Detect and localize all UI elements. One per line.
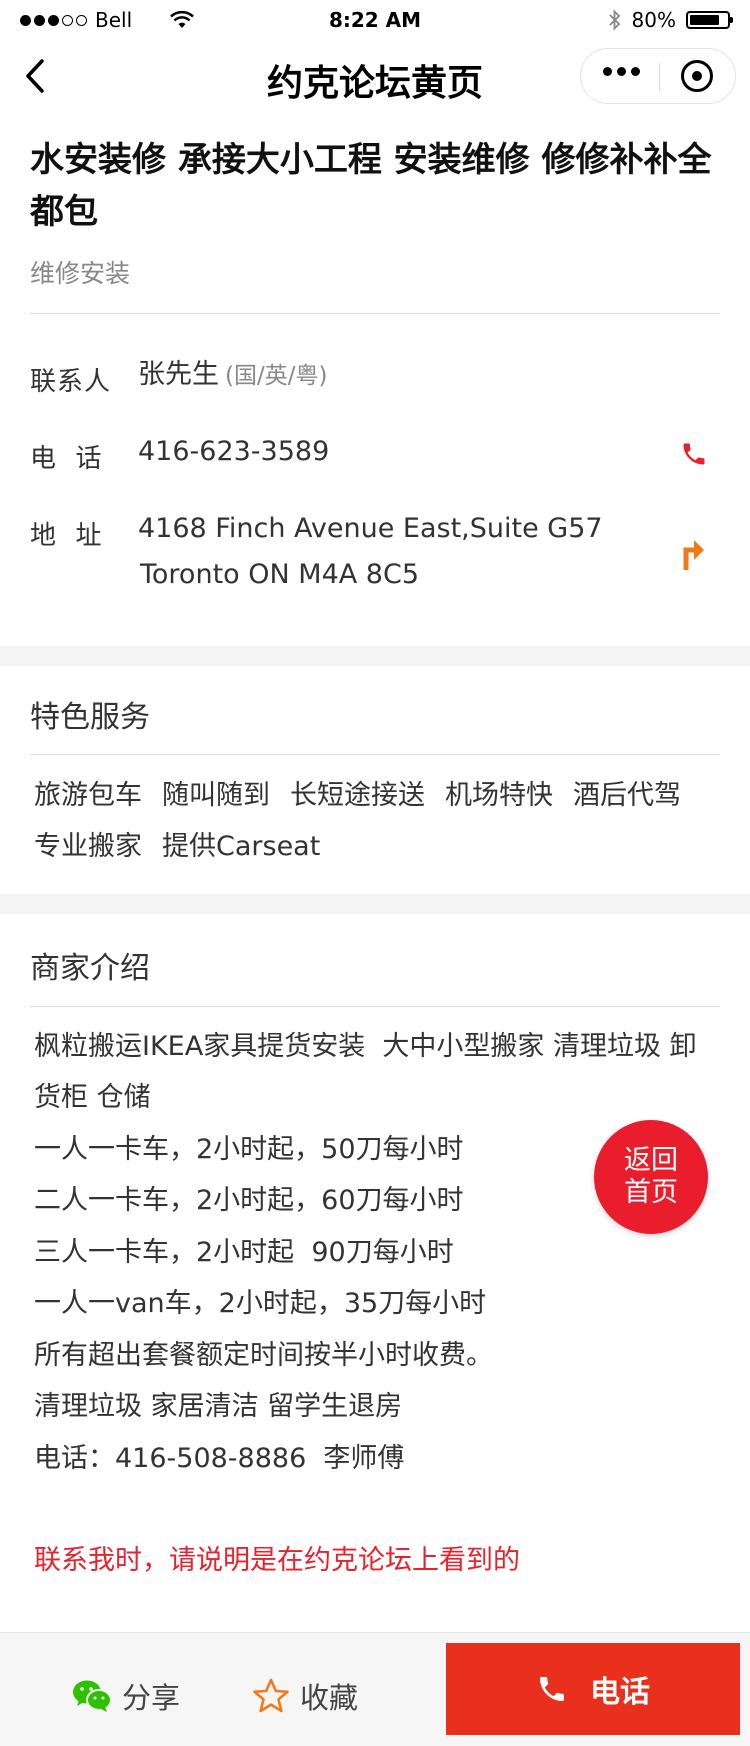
mini-program-capsule [580,48,736,104]
address-line-2: Toronto ON M4A 8C5 [140,559,420,590]
status-bar: Bell 8:22 AM 80% [0,0,750,40]
intro-line: 一人一卡车，2小时起，50刀每小时 [34,1134,464,1165]
service-tag: 专业搬家 [34,831,142,862]
divider [30,1006,720,1007]
return-home-button[interactable]: 返回 首页 [594,1120,708,1234]
intro-line: 二人一卡车，2小时起，60刀每小时 [34,1185,464,1216]
phone-icon[interactable] [680,440,708,468]
section-gap [0,646,750,666]
favorite-label: 收藏 [300,1681,359,1715]
home-button-line-1: 返回 [624,1145,678,1176]
phone-label: 电 话 [30,444,103,474]
intro-line: 三人一卡车，2小时起 90刀每小时 [34,1237,454,1268]
battery-percent: 80% [631,8,676,32]
section-gap [0,894,750,914]
intro-line: 电话：416-508-8886 李师傅 [34,1443,405,1474]
call-button[interactable]: 电话 [446,1643,740,1735]
business-category: 维修安装 [30,259,131,288]
service-tag: 提供Carseat [162,831,321,862]
service-tag: 酒后代驾 [573,780,681,811]
phone-number[interactable]: 416-623-3589 [138,429,329,475]
phone-icon [540,1677,564,1701]
favorite-button[interactable]: 收藏 [252,1675,358,1717]
service-tag: 长短途接送 [290,780,425,811]
service-tag: 机场特快 [445,780,553,811]
contact-value: 张先生 (国/英/粤) [138,352,327,399]
capsule-divider [659,63,660,91]
home-button-line-2: 首页 [624,1177,678,1208]
service-tags: 旅游包车 随叫随到 长短途接送 机场特快 酒后代驾 专业搬家 提供Carseat [34,770,724,872]
contact-name: 张先生 [138,359,219,390]
service-tag: 随叫随到 [162,780,270,811]
call-label: 电话 [590,1675,650,1710]
contact-notice: 联系我时，请说明是在约克论坛上看到的 [34,1545,520,1576]
share-button[interactable]: 分享 [72,1675,180,1717]
intro-line: 货柜 仓储 [34,1082,151,1113]
bottom-action-bar: 分享 收藏 电话 [0,1632,750,1746]
address-label: 地 址 [30,521,103,551]
intro-line: 所有超出套餐额定时间按半小时收费。 [34,1340,493,1371]
share-label: 分享 [122,1681,181,1715]
divider [30,754,720,755]
wechat-icon [73,1680,112,1712]
bluetooth-icon [608,9,620,31]
navigation-bar: 约克论坛黄页 [0,40,750,112]
close-mini-program-icon[interactable] [681,60,713,92]
service-tag: 旅游包车 [34,780,142,811]
services-title: 特色服务 [30,700,150,735]
contact-label: 联系人 [30,367,112,397]
contact-languages: (国/英/粤) [225,363,328,389]
divider [30,313,720,314]
address-line-1: 4168 Finch Avenue East,Suite G57 [138,513,603,544]
intro-title: 商家介绍 [30,951,150,986]
intro-line: 枫粒搬运IKEA家具提货安装 大中小型搬家 清理垃圾 卸 [34,1031,697,1062]
intro-line: 清理垃圾 家居清洁 留学生退房 [34,1391,403,1422]
business-title: 水安装修 承接大小工程 安装维修 修修补补全都包 [30,140,712,232]
star-icon [253,1678,289,1713]
navigation-arrow-icon[interactable] [682,534,708,570]
battery-icon [686,11,733,29]
intro-line: 一人一van车，2小时起，35刀每小时 [34,1288,487,1319]
more-options-icon[interactable] [603,67,640,76]
